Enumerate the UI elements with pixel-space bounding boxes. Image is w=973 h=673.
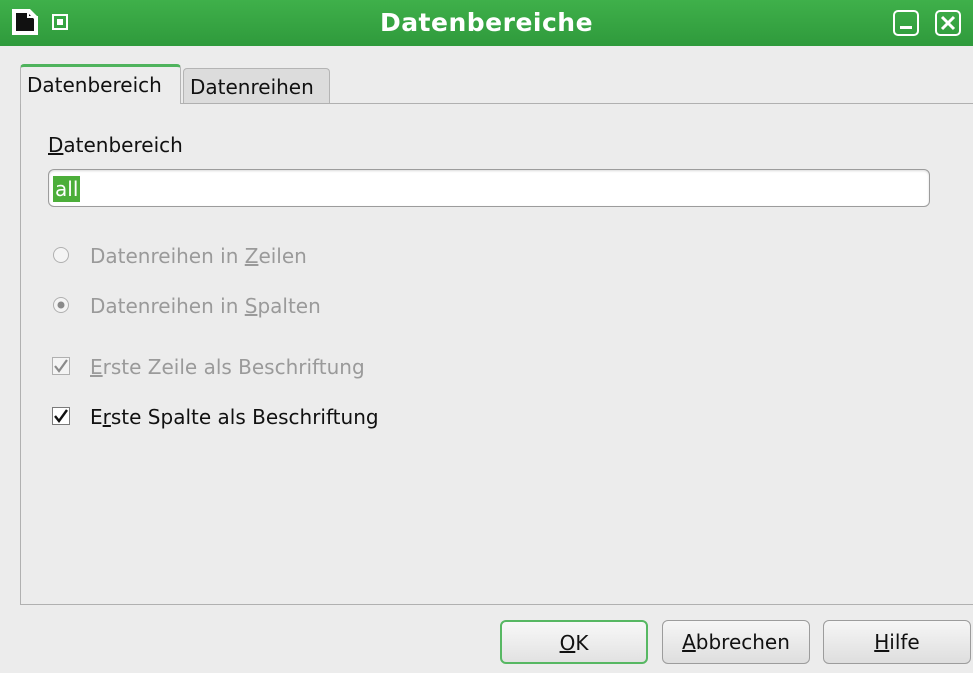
- range-input[interactable]: all: [48, 169, 930, 207]
- tab-datenreihen[interactable]: Datenreihen: [183, 68, 330, 104]
- help-button[interactable]: Hilfe: [823, 620, 971, 664]
- radio-checked-icon: [53, 297, 69, 313]
- radio-cols-label: Datenreihen in Spalten: [90, 294, 321, 318]
- radio-unchecked-icon: [53, 247, 69, 263]
- checkbox-checked-icon: [52, 407, 70, 425]
- title-bar[interactable]: Datenbereiche: [0, 0, 973, 46]
- radio-rows-label: Datenreihen in Zeilen: [90, 244, 307, 268]
- checkbox-checked-icon: [52, 357, 70, 375]
- ok-button[interactable]: OK: [500, 620, 648, 664]
- minimize-icon[interactable]: [893, 10, 919, 36]
- checkbox-first-col-label: Erste Spalte als Beschriftung: [90, 405, 379, 429]
- checkbox-first-row-label: Erste Zeile als Beschriftung: [90, 355, 365, 379]
- dialog-window: Datenbereiche Datenbereich Datenreihen D…: [0, 0, 973, 673]
- tab-datenbereich[interactable]: Datenbereich: [20, 64, 181, 104]
- close-icon[interactable]: [935, 10, 961, 36]
- window-title: Datenbereiche: [379, 8, 594, 37]
- range-label: Datenbereich: [48, 133, 183, 157]
- range-input-value: all: [53, 176, 81, 202]
- cancel-button[interactable]: Abbrechen: [662, 620, 810, 664]
